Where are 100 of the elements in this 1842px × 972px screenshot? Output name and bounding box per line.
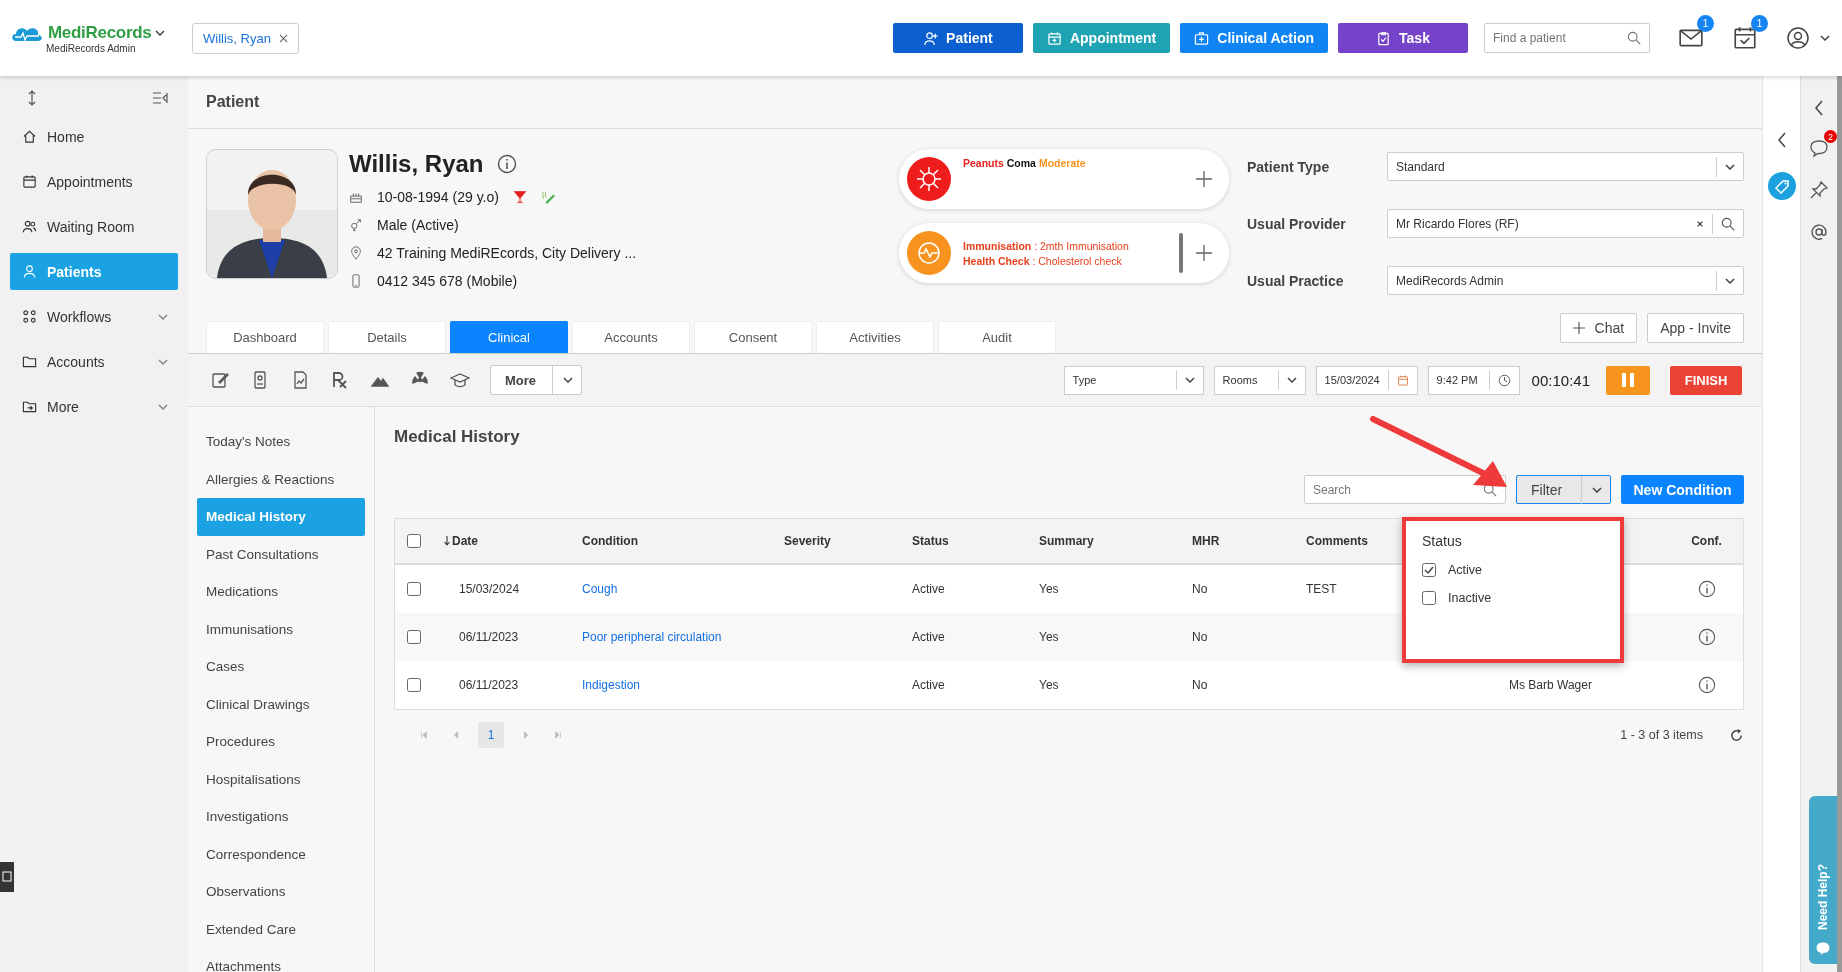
row-checkbox[interactable] [407, 582, 421, 596]
chat-button[interactable]: Chat [1559, 313, 1638, 343]
close-icon[interactable] [278, 33, 288, 43]
column-header[interactable]: Severity [784, 534, 831, 548]
info-icon[interactable] [1697, 580, 1716, 598]
allergy-text: Peanuts Coma Moderate [963, 157, 1087, 169]
search-icon[interactable] [1627, 31, 1641, 45]
sidebar-item[interactable]: Home [10, 118, 178, 155]
sidebar-item[interactable]: Accounts [10, 343, 178, 380]
new-condition-button[interactable]: New Condition [1621, 475, 1744, 504]
clinical-nav-item[interactable]: Immunisations [197, 610, 365, 648]
clinical-nav-item[interactable]: Procedures [197, 723, 365, 761]
column-header[interactable]: Comments [1306, 534, 1368, 548]
checkbox[interactable] [1422, 591, 1436, 605]
filter-button[interactable]: Filter [1516, 475, 1611, 504]
time-field[interactable]: 9:42 PM [1427, 365, 1520, 395]
clinical-nav-item[interactable]: Correspondence [197, 835, 365, 873]
patient-button[interactable]: Patient [892, 23, 1023, 53]
cigarette-icon [540, 190, 555, 204]
tab[interactable]: Consent [694, 321, 812, 353]
patient-detail: 10-08-1994 (29 y.o) [377, 189, 499, 205]
more-dropdown-button[interactable]: More [490, 365, 582, 395]
tab[interactable]: Clinical [450, 321, 568, 353]
add-icon[interactable] [1195, 244, 1213, 262]
clinical-nav-item[interactable]: Hospitalisations [197, 760, 365, 798]
row-checkbox[interactable] [407, 678, 421, 692]
column-header[interactable]: Condition [582, 534, 638, 548]
clinical-nav-item[interactable]: Past Consultations [197, 535, 365, 573]
printer-icon[interactable] [0, 862, 14, 892]
tab[interactable]: Audit [938, 321, 1056, 353]
info-icon[interactable] [497, 154, 518, 174]
lookup-field[interactable]: Mr Ricardo Flores (RF) [1387, 209, 1744, 238]
pin-icon[interactable] [1809, 180, 1829, 200]
scrollbar[interactable] [1179, 233, 1183, 273]
page-button[interactable]: 1 [478, 722, 504, 748]
task-button[interactable]: Task [1338, 23, 1468, 53]
clinical-nav-item[interactable]: Attachments [197, 948, 365, 972]
chevron-down-icon[interactable] [1820, 35, 1830, 41]
condition-link[interactable]: Cough [582, 582, 618, 596]
sidebar-item[interactable]: Appointments [10, 163, 178, 200]
chevron-down-icon[interactable] [1725, 277, 1735, 284]
finish-button[interactable]: FINISH [1670, 365, 1742, 395]
patient-tab-label[interactable]: Willis, Ryan [203, 30, 271, 46]
at-sign-icon[interactable] [1809, 222, 1829, 242]
row-checkbox[interactable] [407, 630, 421, 644]
calendar-check-icon[interactable] [1732, 25, 1758, 51]
clinical-button[interactable]: Clinical Action [1180, 23, 1328, 53]
select-all-checkbox[interactable] [407, 534, 421, 548]
tab[interactable]: Details [328, 321, 446, 353]
search-field[interactable]: Search [1304, 475, 1506, 504]
clinical-nav-item[interactable]: Allergies & Reactions [197, 460, 365, 498]
chevron-down-icon[interactable] [155, 29, 166, 36]
dropdown-field[interactable]: MediRecords Admin [1387, 266, 1744, 295]
type-dropdown[interactable]: Type [1063, 365, 1204, 395]
column-header[interactable]: Summary [1039, 534, 1094, 548]
chat-bubble-icon[interactable] [1809, 138, 1829, 158]
patient-detail: 0412 345 678 (Mobile) [377, 273, 518, 289]
sidebar-item[interactable]: Waiting Room [10, 208, 178, 245]
tab[interactable]: Dashboard [206, 321, 324, 353]
clinical-nav-item[interactable]: Clinical Drawings [197, 685, 365, 723]
patient-search-field[interactable]: Find a patient [1484, 23, 1650, 53]
clinical-nav-item[interactable]: Medications [197, 573, 365, 611]
sort-arrow-icon[interactable] [444, 536, 450, 546]
chevron-left-icon[interactable] [1776, 132, 1787, 148]
edit-note-icon[interactable] [210, 370, 230, 390]
tab[interactable]: Activities [816, 321, 934, 353]
prescription-icon[interactable] [330, 370, 350, 390]
sidebar-item[interactable]: Workflows [10, 298, 178, 335]
column-header[interactable]: Status [912, 534, 949, 548]
column-header[interactable]: MHR [1192, 534, 1220, 548]
cocktail-glass-icon [512, 190, 527, 204]
collapse-menu-icon[interactable] [152, 90, 168, 106]
clinical-nav-item[interactable]: Extended Care [197, 910, 365, 948]
refresh-icon[interactable] [1729, 727, 1744, 743]
user-avatar-icon[interactable] [1786, 26, 1810, 50]
sidebar-item[interactable]: More [10, 388, 178, 425]
clinical-nav-item[interactable]: Today's Notes [197, 423, 365, 461]
clear-icon[interactable] [1696, 219, 1704, 228]
add-icon[interactable] [1195, 170, 1213, 188]
chevron-down-icon [1286, 377, 1297, 383]
condition-link[interactable]: Poor peripheral circulation [582, 630, 722, 644]
tab[interactable]: Accounts [572, 321, 690, 353]
search-icon[interactable] [1721, 216, 1735, 231]
checkbox[interactable] [1422, 563, 1436, 577]
clinical-nav-item[interactable]: Cases [197, 648, 365, 686]
info-icon[interactable] [1697, 628, 1716, 646]
open-patient-tab[interactable]: Willis, Ryan [192, 22, 299, 54]
invite-button[interactable]: App - Invite [1647, 313, 1744, 343]
clinical-nav-item[interactable]: Investigations [197, 798, 365, 836]
column-header[interactable]: Date [452, 534, 478, 548]
dropdown-field[interactable]: Standard [1387, 152, 1744, 181]
info-icon[interactable] [1697, 676, 1716, 694]
chevron-left-icon[interactable] [1814, 100, 1824, 116]
column-header[interactable]: Conf. [1691, 534, 1722, 548]
rooms-dropdown[interactable]: Rooms [1213, 365, 1306, 395]
chevron-down-icon[interactable] [1725, 163, 1735, 170]
clinical-nav-item[interactable]: Observations [197, 873, 365, 911]
tag-icon[interactable] [1767, 172, 1796, 200]
condition-link[interactable]: Indigestion [582, 678, 641, 692]
date-field[interactable]: 15/03/2024 [1315, 365, 1418, 395]
